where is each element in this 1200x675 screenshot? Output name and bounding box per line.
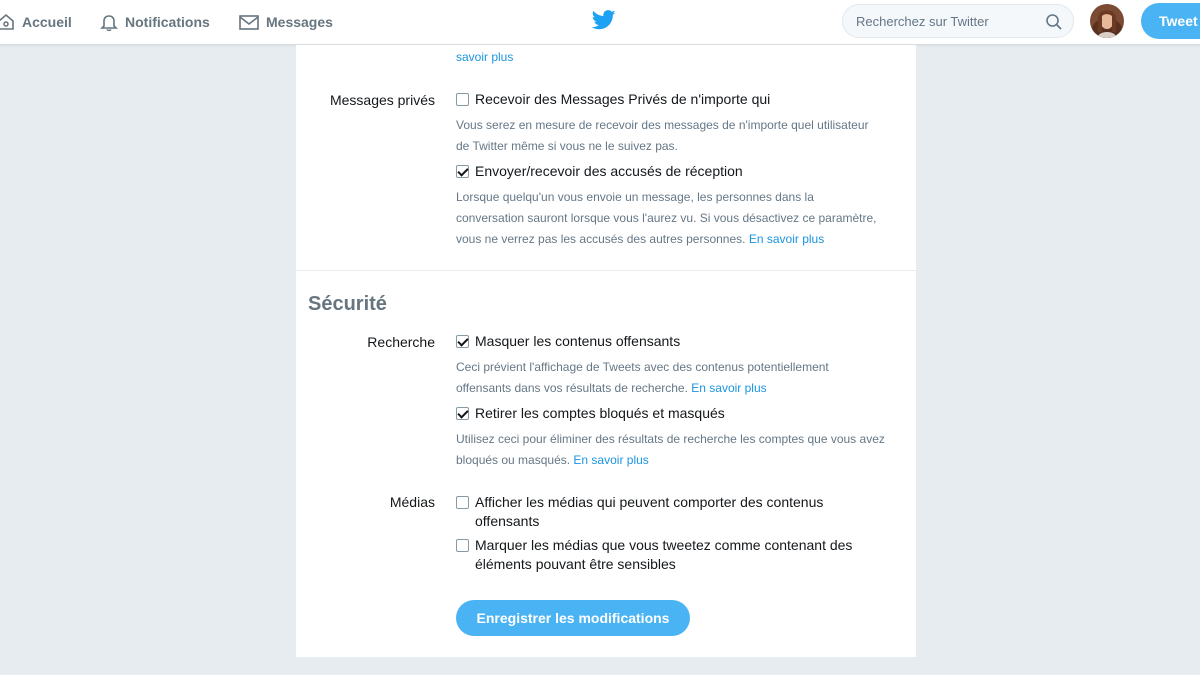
nav-home-label: Accueil — [22, 14, 72, 30]
help-text-with-link: offensants dans vos résultats de recherc… — [456, 378, 906, 399]
avatar[interactable] — [1090, 4, 1124, 38]
section-divider — [296, 270, 916, 271]
learn-more-link[interactable]: En savoir plus — [691, 381, 766, 395]
hide-sensitive-option[interactable]: Masquer les contenus offensants — [456, 332, 680, 351]
display-sensitive-media-label: Afficher les médias qui peuvent comporte… — [475, 493, 823, 531]
label-line: Afficher les médias qui peuvent comporte… — [475, 494, 824, 510]
label-line: offensants — [475, 513, 540, 529]
hide-sensitive-checkbox[interactable] — [456, 335, 469, 348]
nav-messages-label: Messages — [266, 14, 333, 30]
settings-panel: savoir plus Messages privés Recevoir des… — [296, 45, 916, 657]
top-learn-more-link[interactable]: savoir plus — [456, 50, 513, 64]
dm-section-label: Messages privés — [329, 92, 435, 108]
dm-receive-anyone-label: Recevoir des Messages Privés de n'import… — [475, 91, 771, 107]
help-text: Ceci prévient l'affichage de Tweets avec… — [456, 360, 829, 374]
media-section-label: Médias — [389, 494, 435, 510]
help-text: Lorsque quelqu'un vous envoie un message… — [456, 190, 814, 204]
search-icon[interactable] — [1045, 13, 1063, 36]
mark-media-sensitive-checkbox[interactable] — [456, 539, 469, 552]
home-icon — [0, 13, 14, 30]
help-text: Vous serez en mesure de recevoir des mes… — [456, 118, 869, 132]
help-text-with-link: vous ne verrez pas les accusés des autre… — [456, 229, 906, 250]
envelope-icon — [239, 15, 259, 30]
hide-sensitive-label: Masquer les contenus offensants — [475, 333, 681, 349]
dm-receive-anyone-option[interactable]: Recevoir des Messages Privés de n'import… — [456, 90, 770, 109]
label-line: éléments pouvant être sensibles — [475, 556, 676, 572]
search-box — [842, 4, 1074, 38]
display-sensitive-media-checkbox[interactable] — [456, 496, 469, 509]
help-text: Utilisez ceci pour éliminer des résultat… — [456, 432, 885, 446]
dm-read-receipts-label: Envoyer/recevoir des accusés de réceptio… — [475, 163, 743, 179]
top-navigation-bar: Accueil Notifications Messages Tweet — [0, 0, 1200, 45]
help-text-with-link: bloqués ou masqués. En savoir plus — [456, 450, 906, 471]
remove-blocked-option[interactable]: Retirer les comptes bloqués et masqués — [456, 404, 725, 423]
hide-sensitive-help: Ceci prévient l'affichage de Tweets avec… — [456, 357, 906, 399]
dm-receive-anyone-checkbox[interactable] — [456, 93, 469, 106]
learn-more-link[interactable]: En savoir plus — [573, 453, 648, 467]
nav-notifications[interactable]: Notifications — [99, 0, 210, 44]
help-text: bloqués ou masqués. — [456, 453, 571, 467]
security-section-title: Sécurité — [308, 293, 387, 315]
remove-blocked-label: Retirer les comptes bloqués et masqués — [475, 405, 725, 421]
remove-blocked-help: Utilisez ceci pour éliminer des résultat… — [456, 429, 906, 471]
remove-blocked-checkbox[interactable] — [456, 407, 469, 420]
twitter-bird-icon[interactable] — [591, 10, 616, 35]
help-text: vous ne verrez pas les accusés des autre… — [456, 232, 746, 246]
save-changes-button[interactable]: Enregistrer les modifications — [456, 600, 690, 636]
help-text: offensants dans vos résultats de recherc… — [456, 381, 688, 395]
learn-more-link[interactable]: En savoir plus — [749, 232, 824, 246]
help-text: conversation sauront lorsque vous l'aure… — [456, 211, 877, 225]
mark-media-sensitive-option[interactable]: Marquer les médias que vous tweetez comm… — [456, 536, 852, 574]
nav-home[interactable]: Accueil — [0, 0, 72, 44]
dm-read-receipts-checkbox[interactable] — [456, 165, 469, 178]
bell-icon — [100, 15, 118, 32]
dm-receive-anyone-help: Vous serez en mesure de recevoir des mes… — [456, 115, 906, 157]
dm-read-receipts-option[interactable]: Envoyer/recevoir des accusés de réceptio… — [456, 162, 743, 181]
mark-media-sensitive-label: Marquer les médias que vous tweetez comm… — [475, 536, 852, 574]
nav-messages[interactable]: Messages — [238, 0, 333, 44]
dm-read-receipts-help: Lorsque quelqu'un vous envoie un message… — [456, 187, 906, 250]
search-input[interactable] — [856, 13, 1036, 29]
tweet-button[interactable]: Tweet — [1141, 3, 1200, 39]
help-text: de Twitter même si vous ne le suivez pas… — [456, 139, 678, 153]
label-line: Marquer les médias que vous tweetez comm… — [475, 537, 853, 553]
display-sensitive-media-option[interactable]: Afficher les médias qui peuvent comporte… — [456, 493, 823, 531]
nav-notifications-label: Notifications — [125, 14, 210, 30]
search-section-label: Recherche — [367, 334, 435, 350]
